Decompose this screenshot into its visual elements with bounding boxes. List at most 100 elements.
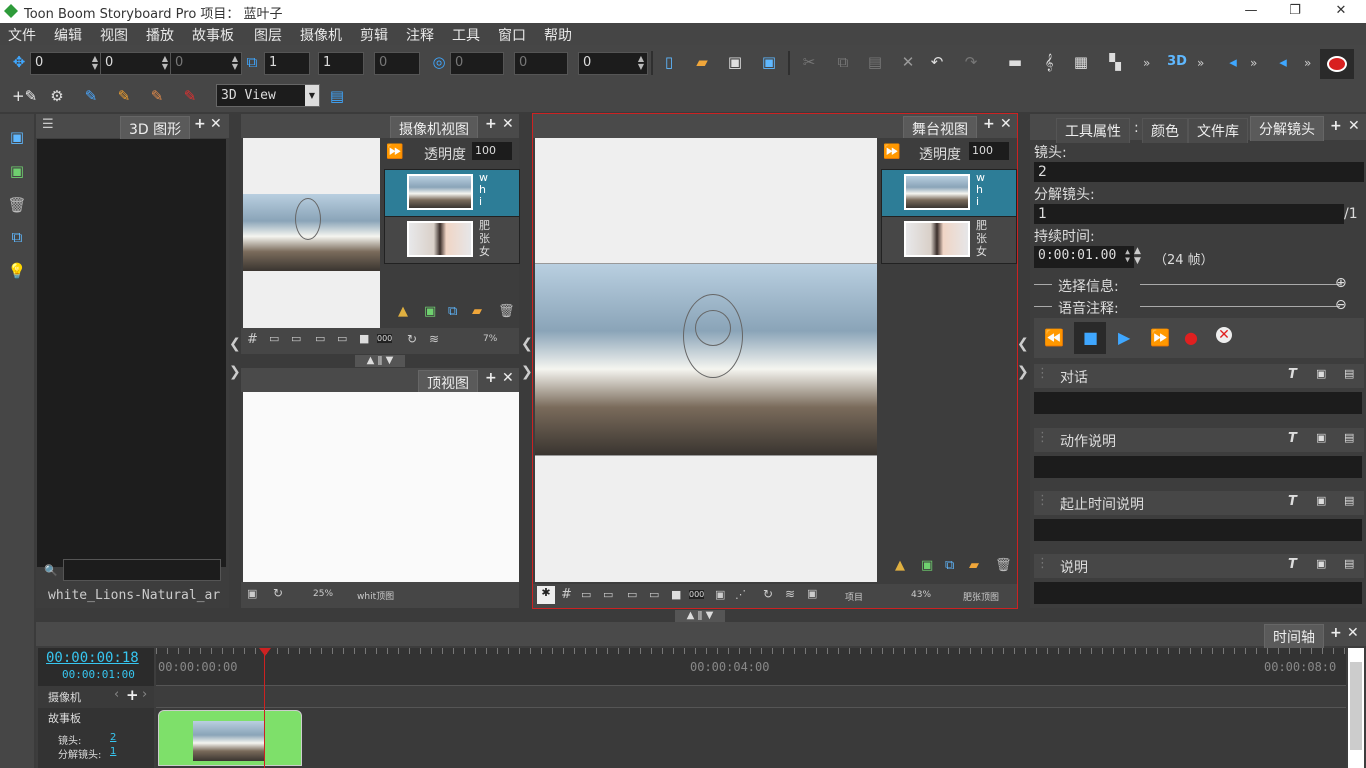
- delete-sound-icon[interactable]: ✕: [1216, 327, 1232, 343]
- current-time[interactable]: 00:00:00:18: [46, 650, 139, 666]
- add-view-icon[interactable]: +: [485, 116, 497, 132]
- menu-camera[interactable]: 摄像机: [300, 25, 342, 45]
- play-forward-icon[interactable]: ⏩: [883, 144, 900, 160]
- note-icon[interactable]: ▤: [1344, 367, 1354, 380]
- menu-tools[interactable]: 工具: [452, 25, 480, 45]
- new-icon[interactable]: ▯: [658, 51, 680, 73]
- playhead[interactable]: [264, 648, 265, 768]
- layer-row[interactable]: 肥 张 女: [384, 216, 520, 264]
- rewind-icon[interactable]: ⏪: [1044, 328, 1064, 347]
- field-guide-icon[interactable]: ▭: [603, 588, 613, 601]
- frame-icon[interactable]: ▣: [807, 587, 817, 600]
- add-view-icon[interactable]: +: [1330, 625, 1342, 641]
- text-format-icon[interactable]: T: [1288, 431, 1297, 446]
- fast-forward-icon[interactable]: ⏩: [1150, 328, 1170, 347]
- camera-zoom[interactable]: 7%: [483, 334, 497, 344]
- audio-icon[interactable]: 𝄞: [1038, 51, 1060, 73]
- expand-plus-icon[interactable]: ⊕: [1335, 275, 1347, 291]
- tab-timeline[interactable]: 时间轴: [1264, 624, 1324, 649]
- reset-icon[interactable]: ↻: [407, 332, 417, 346]
- stop-button[interactable]: ■: [1074, 322, 1106, 354]
- open-folder-icon[interactable]: ▰: [691, 51, 713, 73]
- layer-row-selected[interactable]: w h i: [384, 169, 520, 217]
- next-icon[interactable]: ◂: [1272, 51, 1294, 73]
- drag-handle-icon[interactable]: ⋮: [1036, 366, 1049, 381]
- brush-icon[interactable]: [1320, 49, 1354, 79]
- chevron-down-icon[interactable]: ▼: [305, 85, 319, 106]
- note-icon[interactable]: ▤: [1344, 494, 1354, 507]
- chevron-left-icon[interactable]: ‹: [114, 687, 119, 702]
- reset-icon[interactable]: ↻: [763, 587, 773, 601]
- safe-area-icon[interactable]: ▭: [269, 332, 279, 345]
- frame-icon[interactable]: ▭: [315, 332, 325, 345]
- camera-track[interactable]: [156, 686, 1346, 708]
- move-icon[interactable]: ✥: [8, 51, 30, 73]
- rotation-handle-icon[interactable]: [695, 310, 731, 346]
- trash-icon[interactable]: 🗑: [6, 194, 28, 216]
- frame-icon[interactable]: ▭: [627, 588, 637, 601]
- top-view-zoom[interactable]: 25%: [313, 589, 333, 599]
- save-icon[interactable]: ▣: [724, 51, 746, 73]
- duplicate-layer-icon[interactable]: ⧉: [448, 304, 457, 319]
- pos-x-field[interactable]: 0 ▲ ▼: [30, 52, 102, 75]
- trajectory-icon[interactable]: ⋰: [735, 588, 746, 601]
- timecode-icon[interactable]: 000: [689, 590, 705, 599]
- menu-storyboard[interactable]: 故事板: [192, 25, 234, 45]
- add-layer-icon[interactable]: ▣: [424, 304, 436, 319]
- stage-zoom[interactable]: 43%: [911, 590, 931, 600]
- dialogue-textarea[interactable]: [1034, 392, 1362, 414]
- camera-mode-icon[interactable]: ✱: [537, 586, 555, 604]
- close-button[interactable]: ✕: [1318, 1, 1364, 21]
- opacity-field[interactable]: 100: [472, 142, 512, 160]
- layout-icon[interactable]: ▚: [1104, 51, 1126, 73]
- toolbar-more-button[interactable]: »: [1250, 56, 1257, 70]
- copy-icon[interactable]: ⧉: [832, 51, 854, 73]
- rotate-field[interactable]: 0: [450, 52, 504, 75]
- scale-x-field[interactable]: 1: [264, 52, 310, 75]
- add-keyframe-icon[interactable]: +: [126, 686, 139, 704]
- camera-canvas[interactable]: [243, 138, 380, 328]
- add-view-icon[interactable]: +: [1330, 118, 1342, 134]
- view-select[interactable]: 3D View ▼: [216, 84, 320, 107]
- panel-menu-icon[interactable]: ☰: [42, 117, 54, 132]
- stage-project-label[interactable]: 项目: [845, 590, 863, 603]
- menu-window[interactable]: 窗口: [498, 25, 526, 45]
- chevron-right-icon[interactable]: ›: [142, 687, 147, 702]
- scale-z-field[interactable]: 0: [374, 52, 420, 75]
- close-panel-icon[interactable]: ✕: [1000, 116, 1012, 132]
- minimize-button[interactable]: —: [1228, 1, 1274, 21]
- close-panel-icon[interactable]: ✕: [502, 370, 514, 386]
- duplicate-icon[interactable]: ⧉: [6, 226, 28, 248]
- search-input[interactable]: [63, 559, 221, 581]
- slate-textarea[interactable]: [1034, 519, 1362, 541]
- chevron-left-icon[interactable]: ❮: [521, 336, 533, 352]
- new-panel-icon[interactable]: ▣: [6, 126, 28, 148]
- settings-gear-icon[interactable]: ⚙: [46, 85, 68, 107]
- shot-field[interactable]: 2: [1034, 162, 1364, 182]
- panel-link[interactable]: 1: [110, 746, 116, 757]
- frame-icon[interactable]: ▣: [1316, 494, 1326, 507]
- redo-icon[interactable]: ↷: [960, 51, 982, 73]
- pencil-blue-icon[interactable]: ✎: [80, 85, 102, 107]
- close-panel-icon[interactable]: ✕: [502, 116, 514, 132]
- chevron-right-icon[interactable]: ❯: [229, 364, 241, 380]
- menu-cut[interactable]: 剪辑: [360, 25, 388, 45]
- grid-icon[interactable]: ▦: [1070, 51, 1092, 73]
- chevron-right-icon[interactable]: ❯: [1017, 364, 1029, 380]
- stage-layer-name[interactable]: 肥张顶图: [963, 590, 999, 603]
- 3d-icon[interactable]: 3D: [1166, 51, 1188, 73]
- panel-clip[interactable]: [158, 710, 302, 766]
- frame-icon[interactable]: ▣: [1316, 557, 1326, 570]
- save-as-icon[interactable]: ▣: [758, 51, 780, 73]
- add-view-icon[interactable]: +: [485, 370, 497, 386]
- frame-icon[interactable]: ▭: [649, 588, 659, 601]
- pos-z-field[interactable]: 0 ▲ ▼: [170, 52, 242, 75]
- chevron-left-icon[interactable]: ❮: [1017, 336, 1029, 352]
- layer-row-selected[interactable]: w h i: [881, 169, 1017, 217]
- collapse-minus-icon[interactable]: ⊖: [1335, 297, 1347, 313]
- new-layer-icon[interactable]: ▣: [6, 160, 28, 182]
- restore-button[interactable]: ❐: [1272, 1, 1318, 21]
- add-view-icon[interactable]: +: [983, 116, 995, 132]
- duration-field[interactable]: 0:00:01.00 ▲ ▼: [1034, 246, 1134, 268]
- opacity-field[interactable]: 100: [969, 142, 1009, 160]
